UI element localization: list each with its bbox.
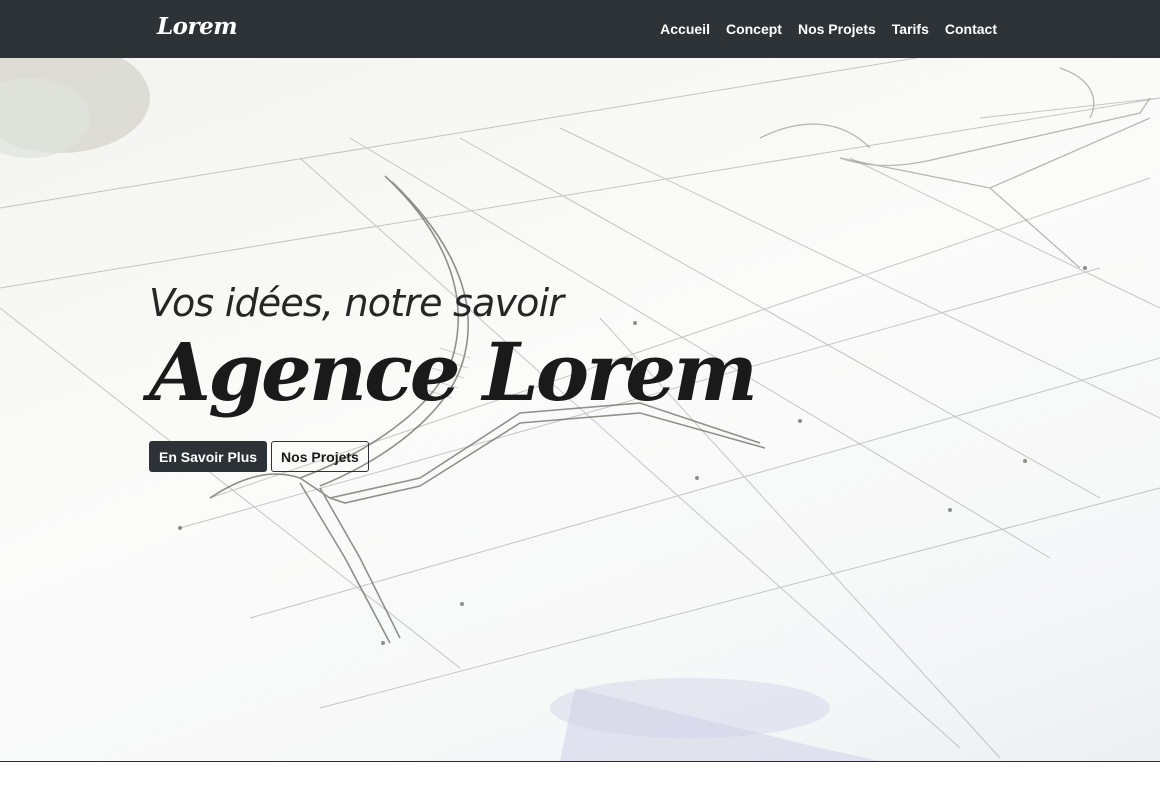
nav-links: Accueil Concept Nos Projets Tarifs Conta… [660,0,997,58]
nav-link-contact[interactable]: Contact [945,21,997,37]
hero-text-block: Vos idées, notre savoir Agence Lorem [149,280,758,422]
nav-link-nos-projets[interactable]: Nos Projets [798,21,876,37]
hero-section: Vos idées, notre savoir Agence Lorem En … [0,58,1160,762]
hero-tagline: Vos idées, notre savoir [149,281,564,325]
hero-title: Agence Lorem [149,325,758,419]
top-navbar: Lorem Accueil Concept Nos Projets Tarifs… [0,0,1160,58]
projects-button[interactable]: Nos Projets [271,441,369,472]
nav-link-concept[interactable]: Concept [726,21,782,37]
brand-logo[interactable]: Lorem [157,13,238,40]
learn-more-button[interactable]: En Savoir Plus [149,441,268,472]
nav-link-accueil[interactable]: Accueil [660,21,710,37]
hero-buttons: En Savoir Plus Nos Projets [149,441,369,472]
nav-link-tarifs[interactable]: Tarifs [892,21,929,37]
